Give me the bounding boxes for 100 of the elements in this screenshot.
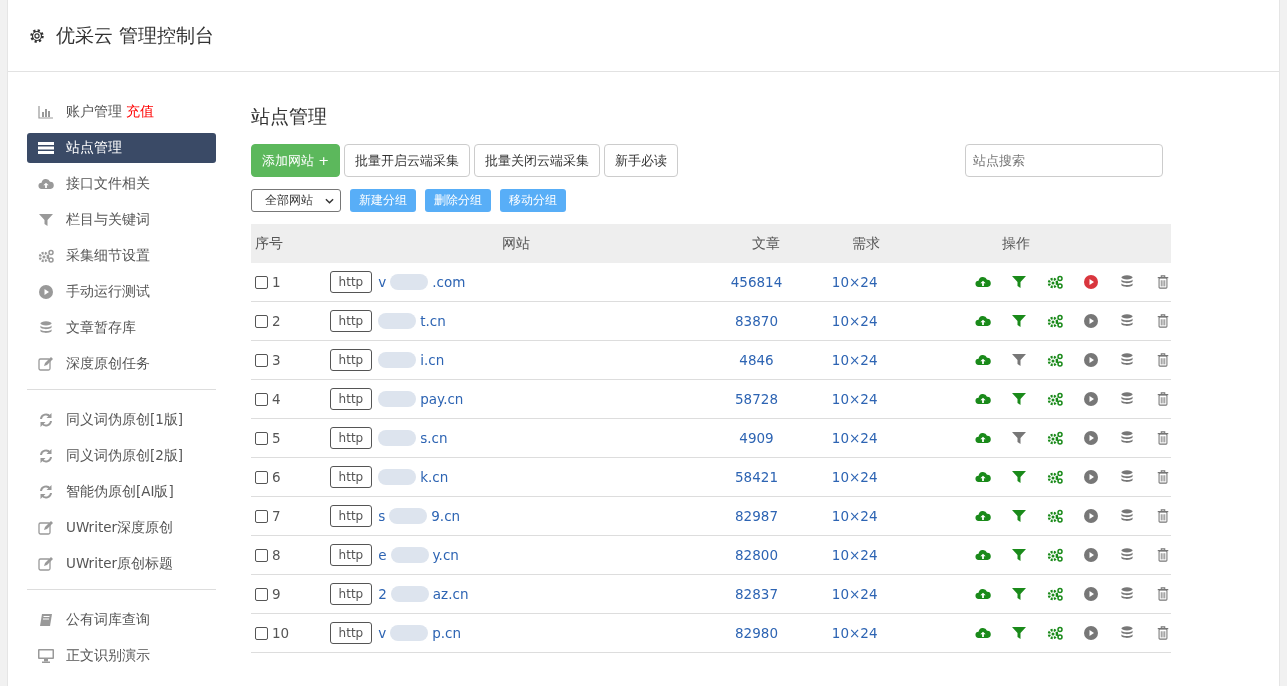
domain-text[interactable]: e bbox=[378, 547, 387, 563]
group-dropdown[interactable]: 全部网站 bbox=[251, 189, 341, 212]
toolbar-button[interactable]: 批量开启云端采集 bbox=[344, 144, 471, 177]
sidebar-item[interactable]: 同义词伪原创[1版] bbox=[27, 405, 216, 435]
blurred-domain bbox=[378, 469, 417, 485]
trash-icon[interactable] bbox=[1155, 353, 1171, 367]
row-checkbox[interactable] bbox=[255, 353, 268, 367]
article-count[interactable]: 82980 bbox=[735, 625, 778, 641]
demand-value[interactable]: 10×24 bbox=[831, 313, 878, 329]
sidebar-item[interactable]: 采集细节设置 bbox=[27, 241, 216, 271]
domain-text[interactable]: 2 bbox=[378, 586, 387, 602]
gears-icon bbox=[1047, 470, 1063, 484]
row-checkbox[interactable] bbox=[255, 392, 268, 406]
trash-icon[interactable] bbox=[1155, 392, 1171, 406]
domain-text[interactable]: i.cn bbox=[420, 352, 445, 368]
row-checkbox[interactable] bbox=[255, 314, 268, 328]
sidebar-item[interactable]: 同义词伪原创[2版] bbox=[27, 441, 216, 471]
domain-text[interactable]: y.cn bbox=[432, 547, 459, 563]
search-field[interactable]: 站点搜索 bbox=[965, 144, 1163, 177]
protocol-tag: http bbox=[329, 310, 373, 332]
filter-icon bbox=[1011, 548, 1027, 562]
row-checkbox[interactable] bbox=[255, 509, 268, 523]
toolbar-button[interactable]: 批量关闭云端采集 bbox=[474, 144, 601, 177]
monitor-icon bbox=[38, 649, 54, 663]
recharge-link[interactable]: 充值 bbox=[126, 103, 154, 121]
row-checkbox[interactable] bbox=[255, 431, 268, 445]
sidebar-item[interactable]: 手动运行测试 bbox=[27, 277, 216, 307]
domain-text[interactable]: t.cn bbox=[420, 313, 446, 329]
sidebar-item[interactable]: 接口文件相关 bbox=[27, 169, 216, 199]
sidebar-item[interactable]: 智能伪原创[AI版] bbox=[27, 477, 216, 507]
database-icon bbox=[1119, 509, 1135, 523]
row-checkbox[interactable] bbox=[255, 548, 268, 562]
article-count[interactable]: 82800 bbox=[735, 547, 778, 563]
trash-icon[interactable] bbox=[1155, 314, 1171, 328]
gears-icon bbox=[1047, 587, 1063, 601]
sidebar-item[interactable]: 文章暂存库 bbox=[27, 313, 216, 343]
row-number: 7 bbox=[272, 508, 281, 524]
trash-icon[interactable] bbox=[1155, 626, 1171, 640]
article-count[interactable]: 58728 bbox=[735, 391, 778, 407]
domain-text[interactable]: p.cn bbox=[432, 625, 462, 641]
trash-icon[interactable] bbox=[1155, 275, 1171, 289]
domain-text[interactable]: 9.cn bbox=[431, 508, 461, 524]
domain-text[interactable]: v bbox=[378, 274, 387, 290]
row-checkbox[interactable] bbox=[255, 275, 268, 289]
filter-icon bbox=[1011, 470, 1027, 484]
trash-icon[interactable] bbox=[1155, 470, 1171, 484]
trash-icon[interactable] bbox=[1155, 587, 1171, 601]
domain-text[interactable]: v bbox=[378, 625, 387, 641]
row-checkbox[interactable] bbox=[255, 626, 268, 640]
demand-value[interactable]: 10×24 bbox=[831, 547, 878, 563]
demand-value[interactable]: 10×24 bbox=[831, 469, 878, 485]
row-number: 1 bbox=[272, 274, 281, 290]
article-count[interactable]: 456814 bbox=[730, 274, 783, 290]
row-number: 8 bbox=[272, 547, 281, 563]
demand-value[interactable]: 10×24 bbox=[831, 625, 878, 641]
protocol-tag: http bbox=[329, 466, 373, 488]
sidebar-item[interactable]: 深度原创任务 bbox=[27, 349, 216, 379]
play-icon bbox=[1083, 587, 1099, 601]
filter-icon bbox=[1011, 392, 1027, 406]
article-count[interactable]: 58421 bbox=[735, 469, 778, 485]
row-checkbox[interactable] bbox=[255, 587, 268, 601]
article-count[interactable]: 83870 bbox=[735, 313, 778, 329]
demand-value[interactable]: 10×24 bbox=[831, 586, 878, 602]
demand-value[interactable]: 10×24 bbox=[831, 508, 878, 524]
demand-value[interactable]: 10×24 bbox=[831, 352, 878, 368]
article-count[interactable]: 4846 bbox=[739, 352, 774, 368]
sidebar-item[interactable]: 栏目与关键词 bbox=[27, 205, 216, 235]
domain-text[interactable]: s.cn bbox=[420, 430, 448, 446]
toolbar-button[interactable]: 新手必读 bbox=[604, 144, 679, 177]
domain-text[interactable]: k.cn bbox=[420, 469, 449, 485]
database-icon bbox=[1119, 587, 1135, 601]
play-icon bbox=[38, 285, 54, 299]
filter-icon bbox=[1011, 587, 1027, 601]
column-header: 网站 bbox=[502, 234, 530, 253]
row-checkbox[interactable] bbox=[255, 470, 268, 484]
demand-value[interactable]: 10×24 bbox=[831, 430, 878, 446]
settings-icon[interactable] bbox=[28, 26, 46, 45]
database-icon bbox=[1119, 626, 1135, 640]
sidebar-item[interactable]: UWriter原创标题 bbox=[27, 549, 216, 579]
trash-icon[interactable] bbox=[1155, 431, 1171, 445]
article-count[interactable]: 4909 bbox=[739, 430, 774, 446]
domain-text[interactable]: az.cn bbox=[432, 586, 469, 602]
trash-icon[interactable] bbox=[1155, 509, 1171, 523]
trash-icon[interactable] bbox=[1155, 548, 1171, 562]
protocol-tag: http bbox=[329, 388, 373, 410]
demand-value[interactable]: 10×24 bbox=[831, 391, 878, 407]
domain-text[interactable]: .com bbox=[432, 274, 466, 290]
domain-text[interactable]: s bbox=[378, 508, 386, 524]
sidebar-item[interactable]: UWriter深度原创 bbox=[27, 513, 216, 543]
play-icon bbox=[1083, 431, 1099, 445]
demand-value[interactable]: 10×24 bbox=[831, 274, 878, 290]
article-count[interactable]: 82837 bbox=[735, 586, 778, 602]
article-count[interactable]: 82987 bbox=[735, 508, 778, 524]
sidebar-item[interactable]: 账户管理 充值 bbox=[27, 97, 216, 127]
sidebar-item[interactable]: 公有词库查询 bbox=[27, 605, 216, 635]
sidebar-item[interactable]: 正文识别演示 bbox=[27, 641, 216, 671]
domain-text[interactable]: pay.cn bbox=[420, 391, 464, 407]
sidebar-item[interactable]: 站点管理 bbox=[27, 133, 216, 163]
row-number: 6 bbox=[272, 469, 281, 485]
app-title: 优采云 管理控制台 bbox=[56, 22, 215, 48]
